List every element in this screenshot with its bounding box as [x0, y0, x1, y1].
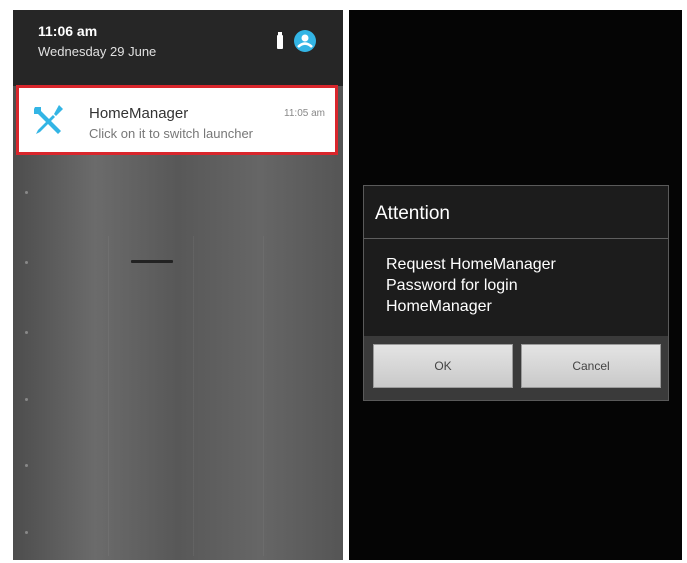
dialog-message: Request HomeManager Password for login H…	[386, 254, 656, 317]
drag-handle[interactable]	[131, 260, 173, 263]
edge-dot	[25, 261, 28, 264]
notification-shade-screen: 11:06 am Wednesday 29 June HomeManager C…	[13, 10, 343, 560]
battery-icon	[277, 32, 283, 49]
dialog-divider	[364, 238, 668, 239]
edge-dot	[25, 191, 28, 194]
edge-dot	[25, 331, 28, 334]
edge-dot	[25, 398, 28, 401]
tools-icon	[34, 105, 63, 134]
dialog-screen: Attention Request HomeManager Password f…	[349, 10, 682, 560]
notification-time: 11:05 am	[284, 108, 325, 119]
date-text: Wednesday 29 June	[38, 44, 157, 59]
user-avatar-icon[interactable]	[294, 30, 316, 52]
attention-dialog: Attention Request HomeManager Password f…	[363, 185, 669, 401]
dialog-message-line: HomeManager	[386, 298, 492, 315]
clock-time: 11:06 am	[38, 23, 98, 39]
notification-app-name: HomeManager	[89, 105, 189, 122]
dialog-title: Attention	[375, 203, 450, 224]
dialog-button-bar: OK Cancel	[364, 336, 668, 400]
edge-dot	[25, 531, 28, 534]
edge-dot	[25, 464, 28, 467]
notification-text: Click on it to switch launcher	[89, 126, 254, 141]
dialog-message-line: Password for login	[386, 277, 518, 294]
ok-button[interactable]: OK	[373, 344, 513, 388]
cancel-button[interactable]: Cancel	[521, 344, 661, 388]
shade-background	[13, 86, 343, 560]
dialog-message-line: Request HomeManager	[386, 256, 556, 273]
status-header: 11:06 am Wednesday 29 June	[13, 10, 343, 86]
homemanager-notification[interactable]: HomeManager Click on it to switch launch…	[16, 85, 338, 155]
